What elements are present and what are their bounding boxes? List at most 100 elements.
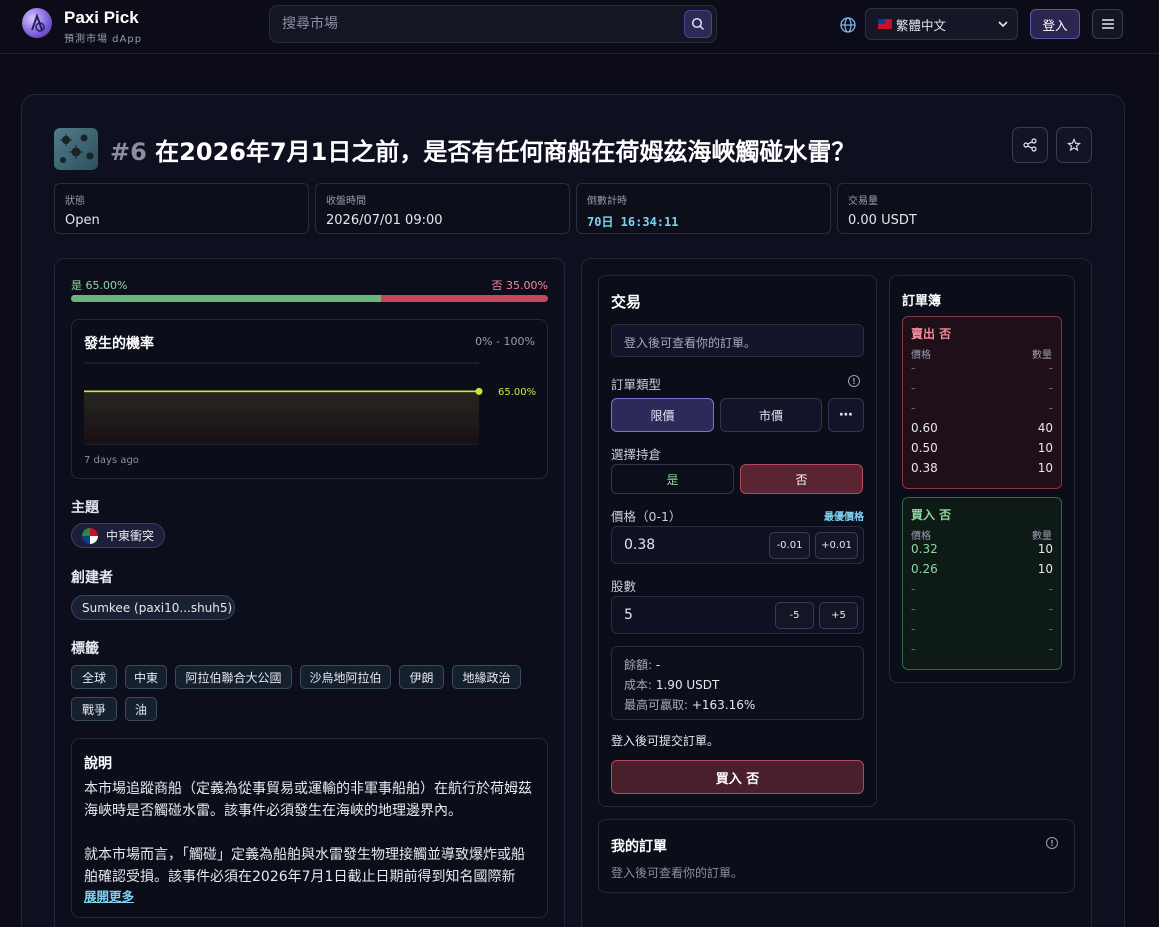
price-decrement-button[interactable]: -0.01 — [769, 532, 810, 559]
orderbook-row[interactable]: -- — [911, 642, 1053, 662]
orderbook-price: 0.60 — [911, 421, 938, 435]
stat-countdown: 倒數計時 70日 16:34:11 — [576, 183, 831, 234]
menu-button[interactable] — [1092, 9, 1123, 39]
shares-value[interactable]: 5 — [624, 607, 633, 623]
orderbook-price: 0.26 — [911, 562, 938, 576]
buy-title: 買入 否 — [911, 508, 952, 522]
price-field[interactable]: 0.38 -0.01 +0.01 — [611, 526, 864, 564]
orderbook-row[interactable]: -- — [911, 381, 1053, 401]
globe-icon — [840, 17, 856, 33]
orderbook-row[interactable]: -- — [911, 401, 1053, 421]
trade-heading: 交易 — [611, 293, 642, 311]
orderbook-row[interactable]: -- — [911, 582, 1053, 602]
orderbook-qty: - — [1048, 602, 1053, 616]
topic-chip[interactable]: 中東衝突 — [71, 523, 165, 548]
orderbook-row[interactable]: 0.26 10 — [911, 562, 1053, 582]
tag-chip[interactable]: 地緣政治 — [452, 665, 521, 689]
position-yes-button[interactable]: 是 — [611, 464, 734, 494]
sell-title: 賣出 否 — [911, 327, 952, 341]
tag-chip[interactable]: 戰爭 — [71, 697, 117, 721]
best-price-link[interactable]: 最優價格 — [790, 508, 864, 523]
info-icon[interactable]: ! — [1046, 837, 1058, 849]
tag-chip[interactable]: 油 — [125, 697, 157, 721]
qty-column-header: 數量 — [1032, 350, 1052, 361]
position-no-button[interactable]: 否 — [740, 464, 863, 494]
description-heading: 說明 — [84, 756, 112, 772]
price-column-header: 價格 — [911, 350, 931, 361]
brand-name[interactable]: Paxi Pick — [64, 8, 139, 28]
search-button[interactable] — [684, 10, 712, 38]
orderbook-qty: 10 — [1037, 542, 1053, 556]
market-title: #6 在2026年7月1日之前，是否有任何商船在荷姆茲海峽觸碰水雷？ — [110, 132, 855, 167]
stat-value: Open — [65, 213, 100, 228]
price-value[interactable]: 0.38 — [624, 537, 655, 553]
description-paragraph: 本市場追蹤商船（定義為從事貿易或運輸的非軍事船舶）在航行於荷姆茲海峽時是否觸碰水… — [84, 781, 532, 819]
info-icon[interactable]: ! — [848, 375, 860, 387]
orderbook-price: - — [911, 381, 916, 395]
shares-field[interactable]: 5 -5 +5 — [611, 596, 864, 634]
creator-chip[interactable]: Sumkee (paxi10...shuh5) — [71, 595, 235, 620]
price-label: 價格（0-1） — [611, 509, 682, 524]
chevron-down-icon — [998, 21, 1008, 28]
chart-end-point — [475, 387, 483, 395]
login-button[interactable]: 登入 — [1030, 9, 1080, 39]
order-type-label: 訂單類型 — [611, 377, 662, 392]
search-input[interactable] — [282, 14, 672, 34]
my-orders-card — [598, 819, 1075, 893]
price-increment-button[interactable]: +0.01 — [815, 532, 858, 559]
market-question: 在2026年7月1日之前，是否有任何商船在荷姆茲海峽觸碰水雷？ — [155, 138, 856, 166]
stat-close-time: 收盤時間 2026/07/01 09:00 — [315, 183, 570, 234]
stat-label: 狀態 — [65, 196, 85, 207]
hamburger-icon — [1101, 19, 1114, 29]
tag-chip[interactable]: 阿拉伯聯合大公國 — [175, 665, 292, 689]
orderbook-qty: - — [1048, 622, 1053, 636]
cost-row: 成本: 1.90 USDT — [624, 678, 720, 692]
market-order-button[interactable]: 市價 — [720, 398, 822, 432]
tag-chip[interactable]: 全球 — [71, 665, 117, 689]
topic-flag-icon — [82, 527, 98, 544]
tag-chip[interactable]: 沙烏地阿拉伯 — [300, 665, 391, 689]
chart-area — [84, 391, 479, 444]
orderbook-heading: 訂單簿 — [902, 294, 942, 309]
probability-chart: 65.00% — [84, 362, 536, 445]
orderbook-qty: 10 — [1037, 441, 1053, 455]
orderbook-row[interactable]: -- — [911, 622, 1053, 642]
orderbook-price: - — [911, 361, 916, 375]
star-icon — [1067, 138, 1081, 152]
shares-label: 股數 — [611, 579, 637, 594]
stat-value: 70日 16:34:11 — [587, 215, 679, 229]
more-options-button[interactable]: ⋯ — [828, 398, 864, 432]
stat-value: 2026/07/01 09:00 — [326, 213, 443, 228]
order-summary: 餘額: - 成本: 1.90 USDT 最高可贏取: +163.16% — [611, 646, 864, 720]
shares-increment-button[interactable]: +5 — [819, 602, 858, 629]
paxi-logo-icon[interactable] — [22, 8, 52, 38]
orderbook-row[interactable]: 0.50 10 — [911, 441, 1053, 461]
shares-decrement-button[interactable]: -5 — [775, 602, 814, 629]
limit-order-button[interactable]: 限價 — [611, 398, 714, 432]
orderbook-qty: - — [1048, 642, 1053, 656]
stat-label: 收盤時間 — [326, 196, 366, 207]
orderbook-row[interactable]: 0.38 10 — [911, 461, 1053, 481]
brand-subtitle: 預測市場 dApp — [64, 34, 143, 45]
orderbook-row[interactable]: 0.32 10 — [911, 542, 1053, 562]
tag-chip[interactable]: 中東 — [125, 665, 167, 689]
tag-chip[interactable]: 伊朗 — [399, 665, 444, 689]
description-paragraph: 就本市場而言，「觸碰」定義為船舶與水雷發生物理接觸並導致爆炸或船舶確認受損。該事… — [84, 847, 525, 885]
odds-bar — [71, 295, 548, 302]
qty-column-header: 數量 — [1032, 531, 1052, 542]
yes-percentage: 是 65.00% — [71, 279, 128, 292]
language-value: 繁體中文 — [896, 17, 947, 33]
orderbook-row[interactable]: -- — [911, 602, 1053, 622]
balance-row: 餘額: - — [624, 658, 661, 672]
orderbook-row[interactable]: 0.60 40 — [911, 421, 1053, 441]
share-button[interactable] — [1012, 127, 1048, 163]
orderbook-qty: - — [1048, 381, 1053, 395]
favorite-button[interactable] — [1056, 127, 1092, 163]
language-select[interactable]: 繁體中文 — [865, 8, 1018, 40]
chart-title: 發生的機率 — [84, 336, 154, 352]
my-orders-notice: 登入後可查看你的訂單。 — [611, 866, 744, 880]
buy-no-button[interactable]: 買入 否 — [611, 760, 864, 794]
orderbook-price: - — [911, 401, 916, 415]
expand-more-link[interactable]: 展開更多 — [84, 886, 134, 905]
orderbook-row[interactable]: -- — [911, 361, 1053, 381]
